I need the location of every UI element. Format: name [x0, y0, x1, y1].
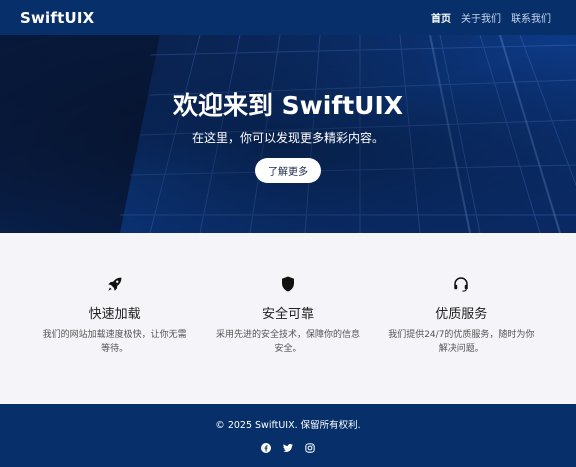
feature-title-service: 优质服务 [435, 307, 488, 322]
twitter-icon[interactable] [283, 443, 293, 453]
feature-desc-service: 我们提供24/7的优质服务，随时为你解决问题。 [388, 330, 535, 354]
feature-desc-speed: 我们的网站加载速度极快，让你无需等待。 [42, 330, 187, 354]
rocket-icon [40, 273, 190, 295]
hero-subtitle: 在这里，你可以发现更多精彩内容。 [191, 130, 384, 145]
hero-title: 欢迎来到 SwiftUIX [172, 90, 404, 120]
features-section: 快速加载 我们的网站加载速度极快，让你无需等待。 安全可靠 采用先进的安全技术，… [0, 233, 576, 404]
feature-card-security: 安全可靠 采用先进的安全技术，保障你的信息安全。 [213, 273, 363, 356]
nav-about[interactable]: 关于我们 [461, 10, 501, 25]
hero-section: 欢迎来到 SwiftUIX 在这里，你可以发现更多精彩内容。 了解更多 [0, 35, 576, 233]
brand-logo[interactable]: SwiftUIX [20, 9, 94, 27]
feature-title-speed: 快速加载 [88, 307, 141, 322]
top-navbar: SwiftUIX 首页 关于我们 联系我们 [0, 0, 576, 35]
instagram-icon[interactable] [305, 443, 315, 453]
main-nav: 首页 关于我们 联系我们 [431, 10, 551, 25]
headset-icon [386, 273, 536, 295]
footer: © 2025 SwiftUIX. 保留所有权利. [0, 404, 576, 467]
copyright-text: © 2025 SwiftUIX. 保留所有权利. [215, 420, 361, 431]
social-links [0, 443, 576, 453]
nav-contact[interactable]: 联系我们 [511, 10, 551, 25]
feature-title-security: 安全可靠 [261, 307, 314, 322]
feature-card-speed: 快速加载 我们的网站加载速度极快，让你无需等待。 [40, 273, 190, 356]
feature-desc-security: 采用先进的安全技术，保障你的信息安全。 [215, 330, 360, 354]
facebook-icon[interactable] [261, 443, 271, 453]
learn-more-button[interactable]: 了解更多 [255, 157, 321, 183]
nav-home[interactable]: 首页 [431, 10, 451, 25]
feature-card-service: 优质服务 我们提供24/7的优质服务，随时为你解决问题。 [386, 273, 536, 356]
shield-icon [213, 273, 363, 295]
hero-content: 欢迎来到 SwiftUIX 在这里，你可以发现更多精彩内容。 了解更多 [173, 86, 403, 183]
